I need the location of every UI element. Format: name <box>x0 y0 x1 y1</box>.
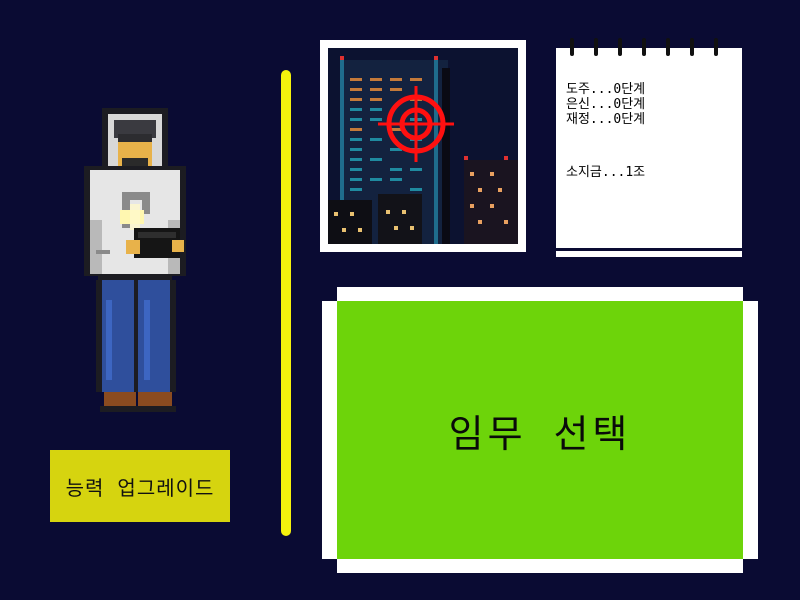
city-skyline-image <box>328 48 518 244</box>
binder-ring <box>690 38 694 56</box>
binder-ring <box>570 38 574 56</box>
vertical-divider <box>281 70 291 536</box>
mission-select-panel: 임무 선택 <box>322 287 758 573</box>
hooded-thief-sprite <box>84 108 186 412</box>
mission-select-button[interactable]: 임무 선택 <box>337 301 743 559</box>
binder-ring <box>714 38 718 56</box>
target-photo <box>320 40 526 252</box>
binder-ring <box>642 38 646 56</box>
stat-escape: 도주...0단계 <box>566 82 646 97</box>
binder-ring <box>594 38 598 56</box>
money-balance: 소지금...1조 <box>566 165 646 180</box>
mission-select-label: 임무 선택 <box>448 411 632 456</box>
notepad-sheet: 도주...0단계 은신...0단계 재정...0단계 소지금...1조 <box>556 48 742 251</box>
stat-stealth: 은신...0단계 <box>566 97 646 112</box>
binder-ring <box>618 38 622 56</box>
stats-notepad: 도주...0단계 은신...0단계 재정...0단계 소지금...1조 <box>556 38 742 252</box>
player-character <box>60 100 210 420</box>
upgrade-abilities-label: 능력 업그레이드 <box>65 475 215 500</box>
binder-ring <box>666 38 670 56</box>
upgrade-abilities-button[interactable]: 능력 업그레이드 <box>50 450 230 522</box>
stat-finance: 재정...0단계 <box>566 112 646 127</box>
